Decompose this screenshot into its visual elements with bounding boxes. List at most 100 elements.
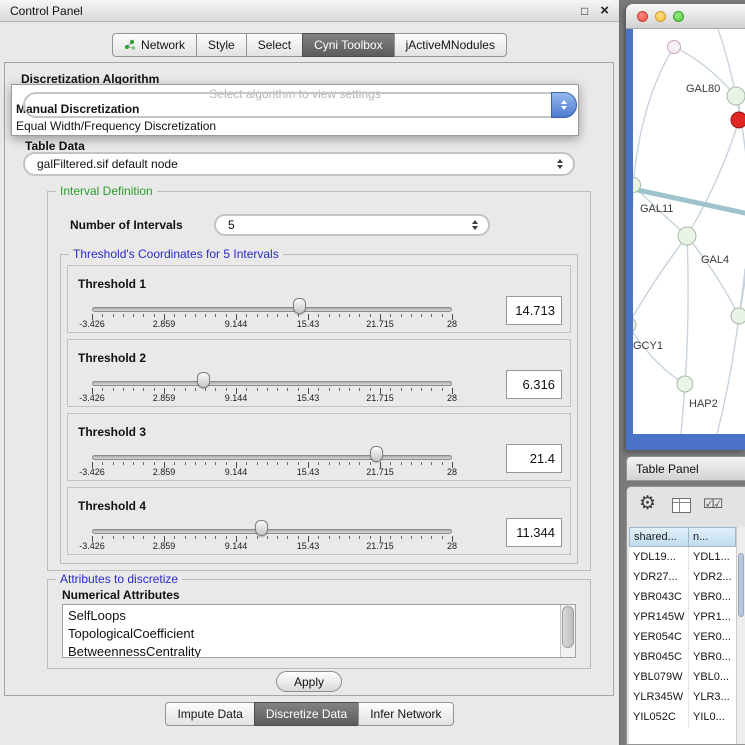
number-of-intervals-label: Number of Intervals (70, 218, 183, 232)
table-scrollbar[interactable] (736, 527, 745, 744)
threshold-slider-track[interactable] (92, 529, 452, 534)
table-cell[interactable]: YER0... (689, 627, 736, 647)
table-columns-icon[interactable] (672, 498, 691, 513)
table-cell[interactable]: YBR0... (689, 647, 736, 667)
network-node[interactable] (668, 41, 681, 54)
table-row[interactable]: YLR345WYLR3... (629, 687, 745, 707)
table-row[interactable]: YDR27...YDR2... (629, 567, 745, 587)
tab-network[interactable]: Network (112, 33, 197, 57)
tab-select[interactable]: Select (246, 33, 303, 57)
table-data-value: galFiltered.sif default node (37, 157, 178, 171)
table-row[interactable]: YBL079WYBL0... (629, 667, 745, 687)
bottom-tab-infer-network[interactable]: Infer Network (358, 702, 453, 726)
float-window-icon[interactable]: □ (581, 5, 588, 17)
network-node-gal4[interactable] (678, 227, 696, 245)
tab-label: Cyni Toolbox (314, 38, 382, 52)
combo-dropdown-button[interactable] (551, 92, 577, 118)
table-cell[interactable]: YLR3... (689, 687, 736, 707)
network-edge[interactable] (633, 325, 685, 384)
zoom-traffic-light-icon[interactable] (673, 11, 684, 22)
numerical-attributes-list[interactable]: SelfLoopsTopologicalCoefficientBetweenne… (62, 604, 576, 658)
network-node[interactable] (731, 112, 745, 128)
apply-button[interactable]: Apply (276, 671, 342, 692)
table-cell[interactable]: YBR0... (689, 587, 736, 607)
threshold-slider-thumb[interactable] (370, 446, 383, 462)
select-checkboxes-icon[interactable]: ☑☑ (703, 496, 720, 512)
network-edge[interactable] (687, 236, 739, 316)
table-cell[interactable]: YIL0... (689, 707, 736, 727)
network-edge[interactable] (717, 316, 739, 434)
table-cell[interactable]: YIL052C (629, 707, 689, 727)
table-row[interactable]: YPR145WYPR1... (629, 607, 745, 627)
network-node[interactable] (731, 308, 745, 324)
close-traffic-light-icon[interactable] (637, 11, 648, 22)
table-row[interactable]: YDL19...YDL1... (629, 547, 745, 567)
threshold-slider-track[interactable] (92, 455, 452, 460)
bottom-tab-bar: Impute Data Discretize DataInfer Network (0, 702, 619, 726)
table-cell[interactable]: YLR345W (629, 687, 689, 707)
node-label: HAP2 (689, 398, 718, 410)
network-node-hap2[interactable] (677, 376, 693, 392)
table-row[interactable]: YER054CYER0... (629, 627, 745, 647)
table-cell[interactable]: YDR27... (629, 567, 689, 587)
threshold-value-field[interactable]: 21.4 (506, 444, 562, 473)
threshold-value-field[interactable]: 11.344 (506, 518, 562, 547)
table-cell[interactable]: YDL19... (629, 547, 689, 567)
threshold-value-field[interactable]: 6.316 (506, 370, 562, 399)
stepper-arrows-icon (557, 159, 563, 169)
threshold-slider-thumb[interactable] (293, 298, 306, 314)
network-edge[interactable] (685, 236, 688, 384)
list-scrollbar-thumb[interactable] (562, 606, 574, 648)
titlebar-icons: □ × (581, 3, 609, 18)
popup-item-equal-width-frequency[interactable]: Equal Width/Frequency Discretization (16, 119, 216, 133)
attribute-item[interactable]: BetweennessCentrality (68, 643, 557, 658)
attribute-item[interactable]: SelfLoops (68, 607, 557, 625)
column-header-1[interactable]: shared... (629, 527, 689, 547)
tab-cyni-toolbox[interactable]: Cyni Toolbox (302, 33, 394, 57)
threshold-slider-thumb[interactable] (197, 372, 210, 388)
tab-label: Impute Data (177, 707, 242, 721)
gear-icon[interactable]: ⚙ (639, 494, 656, 513)
table-panel-titlebar: Table Panel (626, 456, 745, 481)
network-canvas[interactable]: GAL80GAL11GAL4GCY1HAP2 (633, 29, 745, 434)
tab-jactivemnodules[interactable]: jActiveMNodules (394, 33, 507, 57)
table-cell[interactable]: YBL079W (629, 667, 689, 687)
table-cell[interactable]: YDR2... (689, 567, 736, 587)
network-window-titlebar[interactable] (626, 4, 745, 29)
close-window-icon[interactable]: × (600, 3, 609, 18)
table-row[interactable]: YBR043CYBR0... (629, 587, 745, 607)
threshold-label: Threshold 1 (78, 277, 146, 291)
network-edge[interactable] (687, 120, 739, 236)
network-node-gal80[interactable] (727, 87, 745, 105)
algorithm-combobox[interactable] (23, 92, 577, 118)
table-cell[interactable]: YBL0... (689, 667, 736, 687)
slider-scale: -3.4262.8599.14415.4321.71528 (68, 467, 570, 478)
table-row[interactable]: YBR045CYBR0... (629, 647, 745, 667)
threshold-slider-track[interactable] (92, 307, 452, 312)
list-scrollbar[interactable] (560, 605, 575, 657)
threshold-slider-track[interactable] (92, 381, 452, 386)
threshold-slider-thumb[interactable] (255, 520, 268, 536)
number-of-intervals-combobox[interactable]: 5 (214, 214, 490, 236)
table-cell[interactable]: YPR1... (689, 607, 736, 627)
table-cell[interactable]: YER054C (629, 627, 689, 647)
network-node-gcy1[interactable] (633, 317, 636, 333)
minimize-traffic-light-icon[interactable] (655, 11, 666, 22)
table-row[interactable]: YIL052CYIL0... (629, 707, 745, 727)
control-panel-titlebar: Control Panel □ × (0, 0, 619, 22)
table-data-combobox[interactable]: galFiltered.sif default node (23, 152, 575, 176)
network-edge[interactable] (633, 47, 674, 185)
attribute-item[interactable]: TopologicalCoefficient (68, 625, 557, 643)
tab-style[interactable]: Style (196, 33, 247, 57)
threshold-value-field[interactable]: 14.713 (506, 296, 562, 325)
table-cell[interactable]: YBR045C (629, 647, 689, 667)
network-edge[interactable] (633, 236, 687, 325)
bottom-tab-discretize-data[interactable]: Discretize Data (254, 702, 359, 726)
table-cell[interactable]: YPR145W (629, 607, 689, 627)
column-header-2[interactable]: n... (689, 527, 736, 547)
table-scrollbar-thumb[interactable] (738, 553, 744, 617)
table-cell[interactable]: YDL1... (689, 547, 736, 567)
table-cell[interactable]: YBR043C (629, 587, 689, 607)
bottom-tab-impute-data[interactable]: Impute Data (165, 702, 254, 726)
node-label: GAL4 (701, 254, 729, 266)
